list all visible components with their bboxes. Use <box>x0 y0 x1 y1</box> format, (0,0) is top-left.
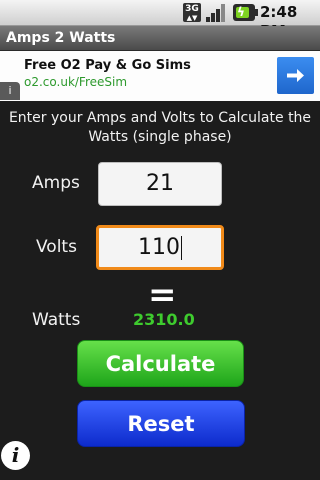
amps-value: 21 <box>146 171 174 196</box>
signal-strength-icon <box>206 3 228 22</box>
info-glyph: i <box>11 443 20 467</box>
reset-button[interactable]: Reset <box>77 400 245 447</box>
info-icon[interactable]: i <box>1 441 30 470</box>
status-bar: 3G ▲▼ ϟ 2:48 PM <box>0 0 320 40</box>
3g-data-icon: 3G ▲▼ <box>183 3 201 22</box>
volts-input[interactable]: 110 <box>96 225 224 270</box>
calculate-button[interactable]: Calculate <box>77 340 244 387</box>
instructions-text: Enter your Amps and Volts to Calculate t… <box>8 110 312 145</box>
amps-label: Amps <box>32 173 80 193</box>
ad-banner[interactable]: Free O2 Pay & Go Sims o2.co.uk/FreeSim <box>0 51 320 101</box>
ad-info-glyph: i <box>8 84 12 97</box>
equals-sign: = <box>148 275 177 315</box>
arrow-right-icon <box>287 69 304 82</box>
text-cursor <box>181 236 182 260</box>
ad-title[interactable]: Free O2 Pay & Go Sims <box>24 58 191 73</box>
app-title-bar: Amps 2 Watts <box>0 26 320 51</box>
ad-open-button[interactable] <box>277 57 314 94</box>
clock-time: 2:48 <box>260 3 298 21</box>
ad-url[interactable]: o2.co.uk/FreeSim <box>24 75 127 89</box>
battery-charging-icon: ϟ <box>233 4 258 21</box>
network-type-label: 3G <box>185 4 199 14</box>
volts-label: Volts <box>36 237 77 257</box>
app-title: Amps 2 Watts <box>6 30 116 46</box>
volts-value: 110 <box>138 235 180 260</box>
calculate-label: Calculate <box>105 352 216 376</box>
watts-result: 2310.0 <box>133 310 195 329</box>
ad-info-icon[interactable]: i <box>0 82 20 100</box>
app-screen: 3G ▲▼ ϟ 2:48 PM Amps 2 Watts Free O2 Pay… <box>0 0 320 480</box>
watts-label: Watts <box>32 310 81 330</box>
amps-input[interactable]: 21 <box>98 162 222 206</box>
reset-label: Reset <box>127 412 195 436</box>
